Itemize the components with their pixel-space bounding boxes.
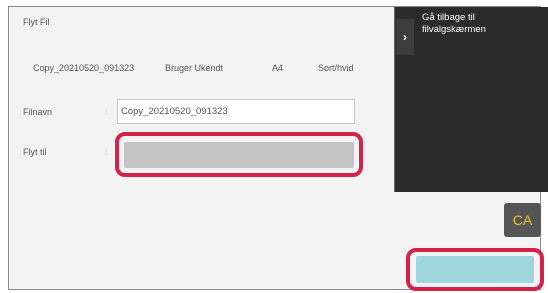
move-to-label: Flyt til — [23, 147, 47, 157]
chevron-right-icon: › — [403, 30, 407, 44]
file-info-filename: Copy_20210520_091323 — [33, 63, 135, 73]
ok-highlight — [406, 248, 544, 291]
file-info-paper-size: A4 — [272, 63, 284, 73]
file-info-color-mode: Sort/hvid — [318, 63, 354, 73]
move-to-colon: : — [105, 148, 108, 157]
file-info-user: Bruger Ukendt — [165, 63, 224, 73]
filename-label: Filnavn — [23, 107, 53, 117]
destination-highlight — [115, 132, 363, 177]
ok-button[interactable] — [416, 256, 534, 283]
destination-field[interactable] — [124, 141, 354, 168]
side-panel: › Gå tilbage til filvalgskærmen — [394, 7, 548, 192]
ca-button[interactable]: CA — [504, 203, 541, 237]
back-to-file-selection-link[interactable]: Gå tilbage til filvalgskærmen — [422, 12, 532, 36]
filename-field[interactable]: Copy_20210520_091323 — [117, 99, 355, 124]
filename-colon: : — [105, 107, 108, 116]
back-button[interactable]: › — [396, 19, 414, 55]
page-title: Flyt Fil — [23, 17, 50, 27]
